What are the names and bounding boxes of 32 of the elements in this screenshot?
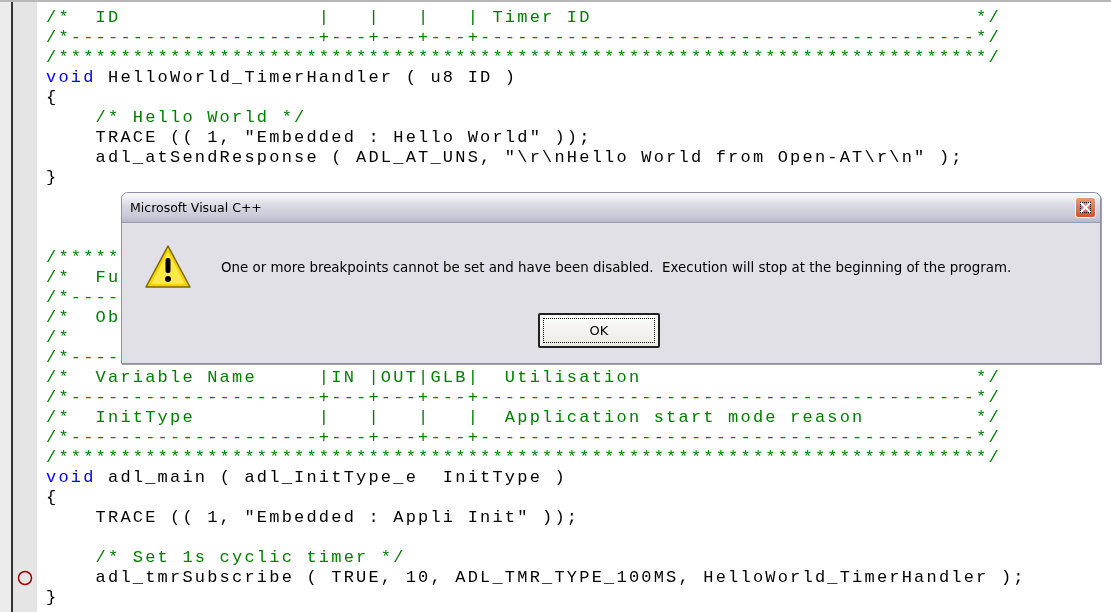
dialog-message: One or more breakpoints cannot be set and have been disabled. Execution will stop at the beginning of the program. [221,259,1012,275]
warning-icon [143,243,193,291]
code-comment: /***************************************************************************/ [46,48,1001,68]
code-line: void HelloWorld_TimerHandler ( u8 ID ) [46,68,518,88]
code-comment: /* Variable Name |IN |OUT|GLB| Utilisation */ [46,368,1001,388]
code-comment: /* Set 1s cyclic timer */ [94,548,406,568]
code-line: } [46,588,59,608]
code-comment: /***** [46,248,121,268]
dialog-title: Microsoft Visual C++ [130,200,262,215]
code-line: } [46,168,59,188]
breakpoint-icon[interactable] [17,570,33,586]
code-comment: /* InitType | | | | Application start mode reason */ [46,408,1001,428]
code-comment: /* Fu [46,268,121,288]
code-comment: /* Ob [46,308,121,328]
ok-button[interactable]: OK [538,313,660,348]
code-line: { [46,88,59,108]
code-comment: /*--------------------+---+---+---+----------------------------------------*/ [46,388,1001,408]
close-button[interactable] [1075,197,1096,218]
code-line: void adl_main ( adl_InitType_e InitType ) [46,468,567,488]
code-line: TRACE (( 1, "Embedded : Appli Init" )); [94,508,580,528]
code-comment: /*---- [46,348,121,368]
code-line: { [46,488,59,508]
code-line: adl_atSendResponse ( ADL_AT_UNS, "\r\nHello World from Open-AT\r\n" ); [94,148,964,168]
code-comment: /*--------------------+---+---+---+----------------------------------------*/ [46,28,1001,48]
code-comment: /* [46,328,71,348]
code-line: adl_tmrSubscribe ( TRUE, 10, ADL_TMR_TYPE_100MS, HelloWorld_TimerHandler ); [94,568,1026,588]
code-comment: /* Hello World */ [94,108,307,128]
code-comment: /* ID | | | | Timer ID */ [46,8,1001,28]
code-comment: /*--------------------+---+---+---+----------------------------------------*/ [46,428,1001,448]
code-line: TRACE (( 1, "Embedded : Hello World" )); [94,128,592,148]
code-comment: /*---- [46,288,121,308]
code-comment: /***************************************************************************/ [46,448,1001,468]
